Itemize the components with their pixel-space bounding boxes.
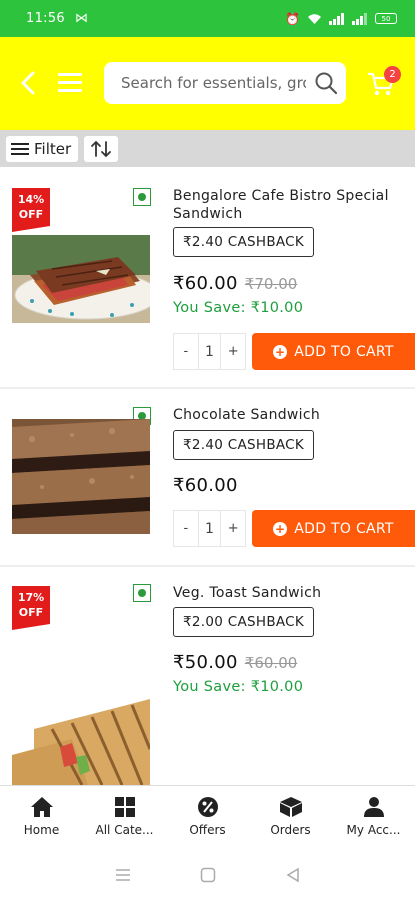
message-icon: ⋈ [74,11,88,26]
increment-button[interactable]: + [221,521,245,536]
nav-orders[interactable]: Orders [249,786,332,850]
home-icon [30,797,53,817]
app-header: Search for essentials, groceries 2 [0,37,415,130]
cashback-badge: ₹2.40 CASHBACK [173,430,315,460]
add-to-cart-button[interactable]: + ADD TO CART [252,333,415,370]
price-row: ₹50.00 ₹60.00 [173,652,297,673]
home-button-icon[interactable] [200,867,216,883]
nav-my-account[interactable]: My Acc... [332,786,415,850]
signal-icon [329,12,344,25]
product-card[interactable]: Chocolate Sandwich ₹2.40 CASHBACK ₹60.00… [0,389,415,567]
signal-icon-2 [352,12,367,25]
decrement-button[interactable]: - [174,344,198,359]
veg-indicator-icon [133,188,151,206]
product-card[interactable]: 14% OFF Bengalore Cafe Bistro Special Sa… [0,167,415,389]
nav-offers-label: Offers [189,823,226,837]
alarm-icon: ⏰ [285,11,300,26]
you-save-text: You Save: ₹10.00 [173,679,304,695]
nav-offers[interactable]: Offers [166,786,249,850]
add-to-cart-button[interactable]: + ADD TO CART [252,510,415,547]
product-card[interactable]: 17% OFF Veg. Toast Sandwich ₹2.00 CASHBA… [0,567,415,785]
cart-count-badge: 2 [384,66,401,83]
add-to-cart-label: ADD TO CART [294,343,394,360]
status-icons: ⏰ 50 [285,12,397,26]
cashback-badge: ₹2.40 CASHBACK [173,227,315,257]
quantity-stepper: - 1 + [173,510,246,547]
quantity-stepper: - 1 + [173,333,246,370]
bottom-navigation: Home All Cate... Offers Orders My Acc... [0,785,415,850]
product-image[interactable] [12,419,150,534]
filter-label: Filter [34,139,72,158]
product-image[interactable] [12,699,150,785]
nav-account-label: My Acc... [346,823,401,837]
wifi-icon [308,13,321,24]
quantity-value: 1 [197,511,222,546]
you-save-text: You Save: ₹10.00 [173,300,304,316]
hamburger-menu-icon[interactable] [58,73,82,93]
selling-price: ₹50.00 [173,652,238,673]
grid-icon [114,797,135,817]
product-name[interactable]: Chocolate Sandwich [173,406,398,424]
nav-home-label: Home [23,823,60,837]
cashback-badge: ₹2.00 CASHBACK [173,607,315,637]
price-row: ₹60.00 ₹70.00 [173,273,297,294]
discount-badge: 14% OFF [12,188,50,232]
status-bar: 11:56 ⋈ ⏰ 50 [0,0,415,37]
decrement-button[interactable]: - [174,521,198,536]
nav-categories-label: All Cate... [95,823,154,837]
nav-home[interactable]: Home [0,786,83,850]
sort-button[interactable] [84,135,119,162]
filter-lines-icon [11,140,29,158]
plus-circle-icon: + [273,521,288,536]
status-time: 11:56 [26,11,65,26]
product-name[interactable]: Veg. Toast Sandwich [173,584,398,602]
search-placeholder: Search for essentials, groceries [121,74,306,92]
add-to-cart-label: ADD TO CART [294,520,394,537]
product-image[interactable] [12,235,150,323]
mrp-price: ₹60.00 [244,654,298,672]
product-name[interactable]: Bengalore Cafe Bistro Special Sandwich [173,187,398,223]
quantity-value: 1 [197,334,222,369]
filter-bar: Filter [0,130,415,167]
increment-button[interactable]: + [221,344,245,359]
box-icon [279,797,302,817]
back-button-icon[interactable] [286,867,300,883]
filter-button[interactable]: Filter [6,135,79,162]
offers-icon [197,797,218,817]
user-icon [363,797,384,817]
search-icon[interactable] [306,63,346,103]
veg-indicator-icon [133,584,151,602]
battery-icon: 50 [375,13,397,24]
nav-all-categories[interactable]: All Cate... [83,786,166,850]
mrp-price: ₹70.00 [244,275,298,293]
search-input[interactable]: Search for essentials, groceries [104,62,346,104]
price-row: ₹60.00 [173,475,238,496]
back-arrow-icon[interactable] [18,70,40,96]
system-navigation-bar [0,850,415,900]
sort-arrows-icon [91,140,112,157]
nav-orders-label: Orders [270,823,311,837]
discount-badge: 17% OFF [12,586,50,630]
selling-price: ₹60.00 [173,475,238,496]
selling-price: ₹60.00 [173,273,238,294]
plus-circle-icon: + [273,344,288,359]
recents-icon[interactable] [115,868,131,882]
